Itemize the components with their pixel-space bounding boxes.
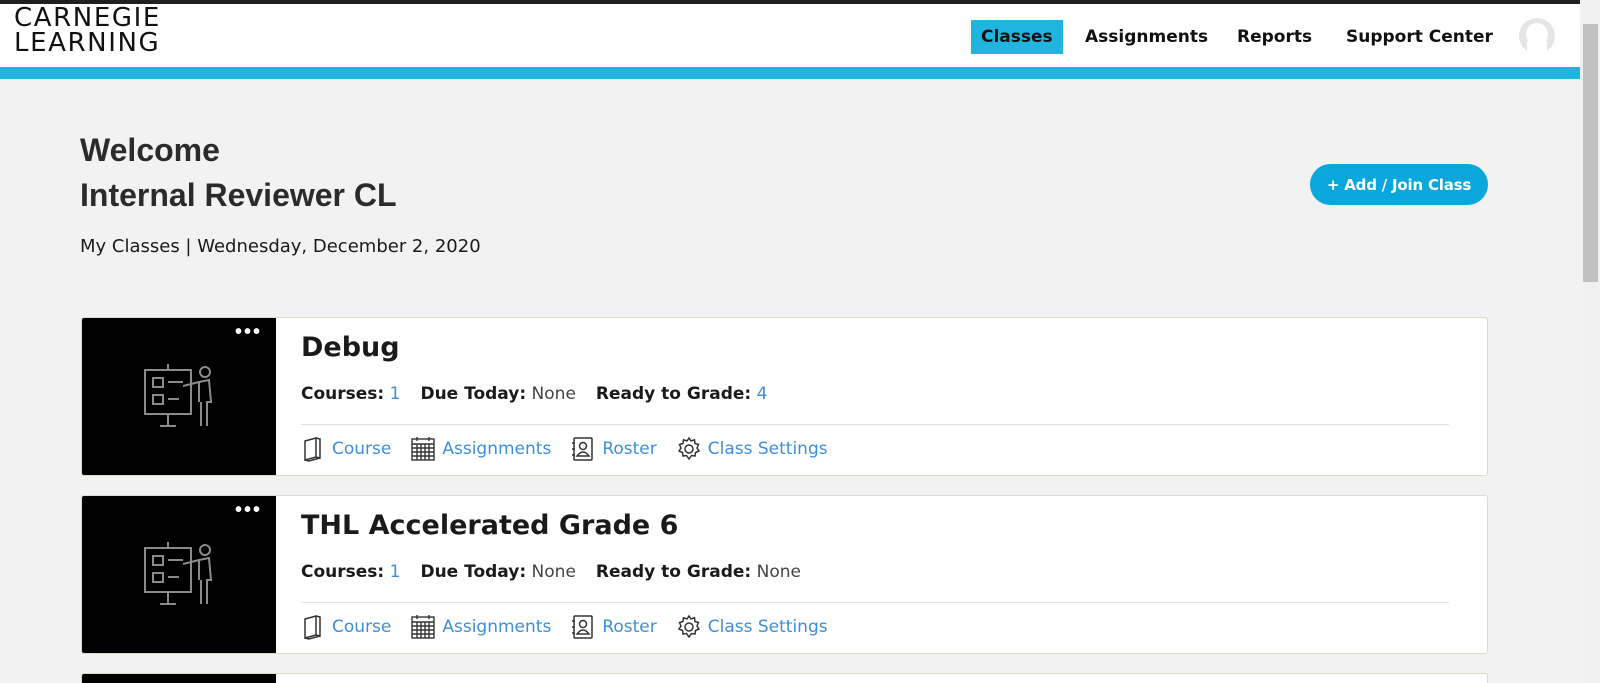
user-name: Internal Reviewer CL	[80, 177, 397, 213]
courses-count[interactable]: 1	[390, 562, 401, 582]
nav-reports[interactable]: Reports	[1227, 20, 1322, 54]
class-name[interactable]: Debug	[301, 332, 400, 363]
roster-icon	[572, 437, 594, 461]
nav-assignments[interactable]: Assignments	[1075, 20, 1218, 54]
card-divider	[301, 424, 1449, 425]
class-card	[81, 673, 1488, 683]
user-avatar-icon[interactable]	[1518, 17, 1556, 55]
roster-link[interactable]: Roster	[571, 614, 657, 640]
calendar-icon	[411, 437, 436, 461]
carnegie-learning-logo[interactable]: CARNEGIE LEARNING	[14, 5, 176, 60]
courses-label: Courses:	[301, 562, 385, 582]
book-icon	[304, 437, 321, 462]
assignments-link[interactable]: Assignments	[411, 436, 551, 462]
due-today-label: Due Today:	[420, 384, 527, 404]
add-join-class-button[interactable]: + Add / Join Class	[1310, 164, 1488, 205]
ready-to-grade-label: Ready to Grade:	[595, 562, 752, 582]
nav-classes[interactable]: Classes	[971, 20, 1063, 54]
course-link-label: Course	[332, 439, 392, 459]
gear-icon	[677, 614, 700, 639]
class-card: ••• THL Accelerated Grade 6 Courses: 1 D…	[81, 495, 1488, 654]
class-settings-link-label: Class Settings	[707, 617, 828, 637]
courses-label: Courses:	[301, 384, 385, 404]
class-thumbnail: •••	[82, 318, 276, 475]
ready-to-grade-label: Ready to Grade:	[595, 384, 752, 404]
nav-support-center[interactable]: Support Center	[1336, 20, 1503, 54]
welcome-heading: Welcome Internal Reviewer CL	[80, 128, 397, 218]
class-thumbnail	[82, 674, 276, 683]
class-stats: Courses: 1 Due Today: None Ready to Grad…	[301, 384, 787, 404]
assignments-link-label: Assignments	[442, 439, 552, 459]
welcome-line: Welcome	[80, 132, 220, 168]
class-thumbnail: •••	[82, 496, 276, 653]
presentation-board-icon	[144, 364, 213, 427]
gear-icon	[677, 436, 700, 461]
class-menu-button[interactable]: •••	[235, 322, 262, 342]
class-stats: Courses: 1 Due Today: None Ready to Grad…	[301, 562, 821, 582]
course-link[interactable]: Course	[301, 436, 391, 462]
assignments-link[interactable]: Assignments	[411, 614, 551, 640]
course-link[interactable]: Course	[301, 614, 391, 640]
class-name[interactable]: THL Accelerated Grade 6	[301, 510, 678, 541]
header-accent-bar	[0, 67, 1580, 79]
due-today-value: None	[531, 384, 576, 404]
class-settings-link[interactable]: Class Settings	[677, 614, 828, 640]
presentation-board-icon	[144, 542, 213, 605]
ready-to-grade-value[interactable]: 4	[757, 384, 768, 404]
book-icon	[304, 615, 321, 640]
logo-line-2: LEARNING	[14, 28, 161, 58]
class-card: ••• Debug Courses: 1 Due Today: None Rea…	[81, 317, 1488, 476]
class-settings-link[interactable]: Class Settings	[677, 436, 828, 462]
my-classes-date: My Classes | Wednesday, December 2, 2020	[80, 236, 481, 257]
due-today-value: None	[531, 562, 576, 582]
class-links: Course Assignments Roster Class Settings	[301, 614, 848, 640]
assignments-link-label: Assignments	[442, 617, 552, 637]
card-divider	[301, 602, 1449, 603]
calendar-icon	[411, 615, 436, 639]
class-settings-link-label: Class Settings	[707, 439, 828, 459]
roster-link-label: Roster	[602, 617, 657, 637]
courses-count[interactable]: 1	[390, 384, 401, 404]
roster-icon	[572, 615, 594, 639]
due-today-label: Due Today:	[420, 562, 527, 582]
class-menu-button[interactable]: •••	[235, 500, 262, 520]
roster-link[interactable]: Roster	[571, 436, 657, 462]
roster-link-label: Roster	[602, 439, 657, 459]
ready-to-grade-value: None	[756, 562, 801, 582]
scrollbar-thumb[interactable]	[1583, 24, 1598, 282]
class-links: Course Assignments Roster Class Settings	[301, 436, 848, 462]
course-link-label: Course	[332, 617, 392, 637]
